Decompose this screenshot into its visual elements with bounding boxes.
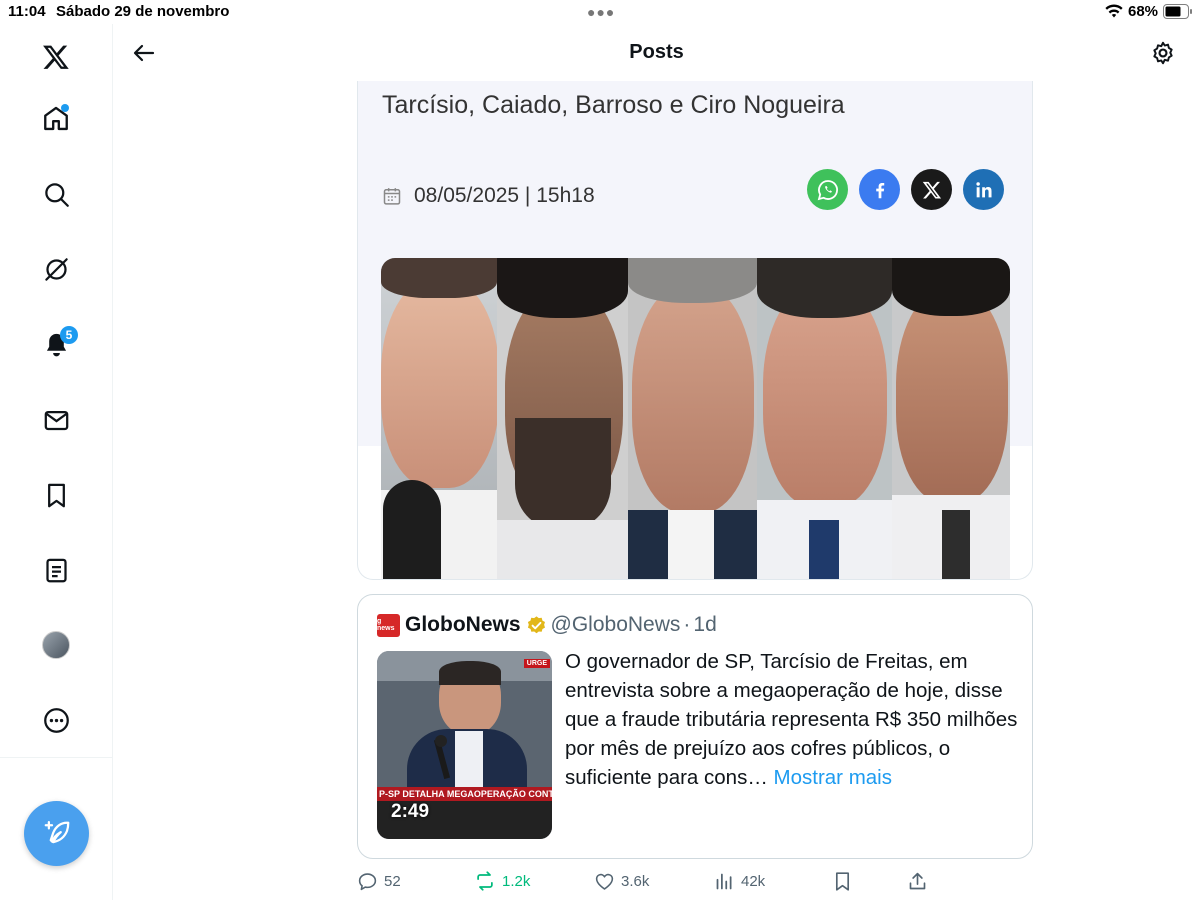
bookmark-button[interactable] xyxy=(832,869,853,893)
quoted-post-header: g news GloboNews @GloboNews · 1d xyxy=(377,613,717,637)
share-button[interactable] xyxy=(907,869,928,893)
home-icon[interactable] xyxy=(36,99,76,139)
video-banner-text: P-SP DETALHA MEGAOPERAÇÃO CONTRA FRAUDE … xyxy=(377,787,552,801)
x-logo-icon[interactable] xyxy=(36,37,76,77)
views-button[interactable]: 42k xyxy=(714,869,765,893)
compose-feather-icon xyxy=(44,820,69,843)
photo-person-5 xyxy=(892,258,1010,579)
share-upload-icon xyxy=(909,872,926,889)
repost-icon xyxy=(477,871,493,891)
battery-percent: 68% xyxy=(1128,3,1159,20)
battery-icon xyxy=(1163,4,1193,23)
sidebar-nav: 5 xyxy=(0,24,113,900)
notifications-badge: 5 xyxy=(60,326,78,344)
facebook-icon xyxy=(875,182,884,198)
linkedin-share-button[interactable] xyxy=(963,169,1004,210)
settings-button[interactable] xyxy=(1148,38,1178,68)
video-thumbnail[interactable]: URGE P-SP DETALHA MEGAOPERAÇÃO CONTRA FR… xyxy=(377,651,552,839)
status-bar: 11:04 Sábado 29 de novembro ●●● 68% xyxy=(0,0,1200,24)
facebook-share-button[interactable] xyxy=(859,169,900,210)
quoted-author-handle[interactable]: @GloboNews xyxy=(551,613,681,637)
compose-button[interactable] xyxy=(24,801,89,866)
verified-gold-badge-icon xyxy=(526,615,547,636)
photo-person-4 xyxy=(757,258,892,579)
video-urgent-tag: URGE xyxy=(523,659,550,668)
status-time: 11:04 xyxy=(8,3,46,20)
messages-icon[interactable] xyxy=(36,400,76,440)
photo-person-1 xyxy=(381,258,499,579)
whatsapp-icon xyxy=(817,179,838,200)
x-icon xyxy=(922,181,941,198)
article-title: Tarcísio, Caiado, Barroso e Ciro Nogueir… xyxy=(382,91,845,119)
lists-icon[interactable] xyxy=(36,550,76,590)
notifications-icon[interactable]: 5 xyxy=(36,324,78,364)
top-header: Posts xyxy=(113,24,1200,81)
article-date-row: 08/05/2025 | 15h18 xyxy=(382,184,595,208)
bookmark-icon xyxy=(835,871,850,891)
like-button[interactable]: 3.6k xyxy=(594,869,649,893)
calendar-icon xyxy=(383,188,401,205)
like-count: 3.6k xyxy=(621,872,650,890)
status-date: Sábado 29 de novembro xyxy=(56,3,230,20)
gear-icon xyxy=(1153,41,1173,65)
page-title: Posts xyxy=(629,41,684,63)
search-icon[interactable] xyxy=(36,174,76,214)
article-card[interactable]: Tarcísio, Caiado, Barroso e Ciro Nogueir… xyxy=(357,81,1033,580)
reply-count: 52 xyxy=(384,872,401,890)
quoted-post-card[interactable]: g news GloboNews @GloboNews · 1d URGE P-… xyxy=(357,594,1033,859)
multitasking-dots-icon[interactable]: ●●● xyxy=(587,4,615,20)
views-count: 42k xyxy=(741,872,766,890)
more-icon[interactable] xyxy=(36,700,76,740)
repost-button[interactable]: 1.2k xyxy=(474,869,530,893)
photo-person-2 xyxy=(497,258,628,579)
video-duration: 2:49 xyxy=(391,801,430,822)
quoted-author-name[interactable]: GloboNews xyxy=(405,613,521,637)
share-buttons xyxy=(807,169,1015,210)
repost-count: 1.2k xyxy=(502,872,531,890)
article-date: 08/05/2025 | 15h18 xyxy=(414,184,595,207)
post-actions-bar: 52 1.2k 3.6k 42k xyxy=(357,869,1033,893)
linkedin-icon xyxy=(975,181,992,197)
quoted-post-time[interactable]: 1d xyxy=(693,613,716,637)
show-more-link[interactable]: Mostrar mais xyxy=(774,766,892,789)
nav-divider xyxy=(0,757,112,758)
quoted-post-text: O governador de SP, Tarcísio de Freitas,… xyxy=(565,647,1020,792)
photo-person-3 xyxy=(628,258,757,579)
article-photo xyxy=(381,258,1010,579)
grok-icon[interactable] xyxy=(36,249,76,289)
reply-icon xyxy=(358,872,377,890)
heart-icon xyxy=(595,873,614,890)
separator-dot: · xyxy=(683,613,691,636)
whatsapp-share-button[interactable] xyxy=(807,169,848,210)
reply-button[interactable]: 52 xyxy=(357,869,401,893)
bookmarks-icon[interactable] xyxy=(36,475,76,515)
profile-avatar[interactable] xyxy=(36,625,76,665)
globonews-logo: g news xyxy=(377,613,400,637)
x-share-button[interactable] xyxy=(911,169,952,210)
analytics-bars-icon xyxy=(716,873,732,889)
home-notification-dot xyxy=(61,104,69,112)
wifi-icon xyxy=(1104,3,1124,23)
avatar xyxy=(42,631,70,659)
